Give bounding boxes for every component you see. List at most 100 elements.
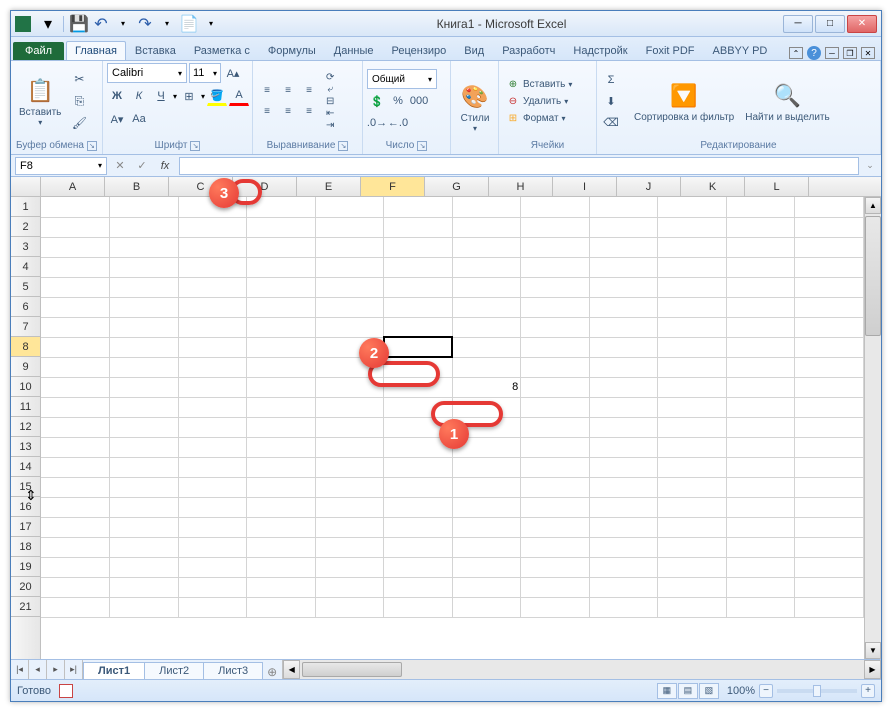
cell-A12[interactable] (41, 417, 110, 437)
cell-L12[interactable] (795, 417, 864, 437)
cell-H5[interactable] (521, 277, 590, 297)
workbook-minimize[interactable]: ─ (825, 47, 839, 59)
cell-H3[interactable] (521, 237, 590, 257)
cell-A2[interactable] (41, 217, 110, 237)
cell-E20[interactable] (315, 577, 384, 597)
cell-G4[interactable] (452, 257, 521, 277)
cell-L9[interactable] (795, 357, 864, 377)
cell-D3[interactable] (247, 237, 316, 257)
cell-L19[interactable] (795, 557, 864, 577)
cell-L20[interactable] (795, 577, 864, 597)
cell-E8[interactable] (315, 337, 384, 357)
cell-L7[interactable] (795, 317, 864, 337)
cell-I6[interactable] (589, 297, 658, 317)
sheet-nav-next-icon[interactable]: ▸ (47, 660, 65, 679)
cell-D9[interactable] (247, 357, 316, 377)
cell-F15[interactable] (384, 477, 453, 497)
cell-J8[interactable] (658, 337, 727, 357)
font-size-combo[interactable]: 11▾ (189, 63, 221, 83)
comma-icon[interactable]: 000 (409, 91, 429, 111)
font-name-combo[interactable]: Calibri▾ (107, 63, 187, 83)
italic-button[interactable]: К (129, 86, 149, 106)
format-cells-button[interactable]: ⊞Формат▾ (503, 110, 575, 126)
cell-D5[interactable] (247, 277, 316, 297)
cell-D15[interactable] (247, 477, 316, 497)
cell-B9[interactable] (110, 357, 179, 377)
paste-button[interactable]: 📋 Вставить ▾ (15, 73, 65, 129)
align-left-icon[interactable]: ≡ (257, 102, 277, 122)
cell-D18[interactable] (247, 537, 316, 557)
cell-F14[interactable] (384, 457, 453, 477)
cell-F10[interactable] (384, 377, 453, 397)
undo-dropdown[interactable]: ▾ (114, 15, 132, 33)
cell-F17[interactable] (384, 517, 453, 537)
underline-button[interactable]: Ч (151, 86, 171, 106)
cell-B21[interactable] (110, 597, 179, 617)
sheet-tab-2[interactable]: Лист2 (144, 662, 204, 679)
cell-H8[interactable] (521, 337, 590, 357)
clear-icon[interactable]: ⌫ (601, 112, 621, 132)
save-icon[interactable]: 💾 (70, 15, 88, 33)
cell-A4[interactable] (41, 257, 110, 277)
cell-I13[interactable] (589, 437, 658, 457)
cell-H13[interactable] (521, 437, 590, 457)
cell-L5[interactable] (795, 277, 864, 297)
cell-C11[interactable] (178, 397, 247, 417)
cell-E21[interactable] (315, 597, 384, 617)
cell-H15[interactable] (521, 477, 590, 497)
help-icon[interactable]: ? (807, 46, 821, 60)
col-header-G[interactable]: G (425, 177, 489, 196)
delete-cells-button[interactable]: ⊖Удалить▾ (503, 93, 575, 109)
cell-L13[interactable] (795, 437, 864, 457)
cell-B7[interactable] (110, 317, 179, 337)
cell-L11[interactable] (795, 397, 864, 417)
cell-F5[interactable] (384, 277, 453, 297)
cell-A13[interactable] (41, 437, 110, 457)
cell-K8[interactable] (726, 337, 795, 357)
cell-C6[interactable] (178, 297, 247, 317)
cell-A10[interactable] (41, 377, 110, 397)
tab-view[interactable]: Вид (455, 41, 493, 60)
row-header-4[interactable]: 4 (11, 257, 40, 277)
cell-E10[interactable] (315, 377, 384, 397)
col-header-E[interactable]: E (297, 177, 361, 196)
cell-C1[interactable] (178, 197, 247, 217)
sheet-tab-1[interactable]: Лист1 (83, 662, 145, 679)
cell-C14[interactable] (178, 457, 247, 477)
formula-expand-icon[interactable]: ⌄ (863, 157, 877, 175)
cell-J15[interactable] (658, 477, 727, 497)
cell-G12[interactable] (452, 417, 521, 437)
cell-L3[interactable] (795, 237, 864, 257)
cell-G10[interactable]: 8 (452, 377, 521, 397)
zoom-slider[interactable] (777, 689, 857, 693)
cell-A18[interactable] (41, 537, 110, 557)
cell-I16[interactable] (589, 497, 658, 517)
row-header-9[interactable]: 9 (11, 357, 40, 377)
cell-G20[interactable] (452, 577, 521, 597)
cell-E5[interactable] (315, 277, 384, 297)
row-header-6[interactable]: 6 (11, 297, 40, 317)
tab-abbyy[interactable]: ABBYY PD (704, 41, 777, 60)
cell-D10[interactable] (247, 377, 316, 397)
cell-B11[interactable] (110, 397, 179, 417)
cell-J16[interactable] (658, 497, 727, 517)
cell-J13[interactable] (658, 437, 727, 457)
cell-G18[interactable] (452, 537, 521, 557)
cell-J12[interactable] (658, 417, 727, 437)
font-launcher[interactable]: ↘ (190, 141, 200, 151)
cell-E3[interactable] (315, 237, 384, 257)
cell-L21[interactable] (795, 597, 864, 617)
cell-D7[interactable] (247, 317, 316, 337)
cell-G19[interactable] (452, 557, 521, 577)
cell-B14[interactable] (110, 457, 179, 477)
tab-review[interactable]: Рецензиро (383, 41, 456, 60)
currency-icon[interactable]: 💲 (367, 91, 387, 111)
align-middle-icon[interactable]: ≡ (278, 81, 298, 101)
cell-C21[interactable] (178, 597, 247, 617)
cell-E12[interactable] (315, 417, 384, 437)
cell-G21[interactable] (452, 597, 521, 617)
cell-I9[interactable] (589, 357, 658, 377)
wrap-text-icon[interactable]: ⤶ (326, 84, 334, 95)
cell-H10[interactable] (521, 377, 590, 397)
cell-B5[interactable] (110, 277, 179, 297)
